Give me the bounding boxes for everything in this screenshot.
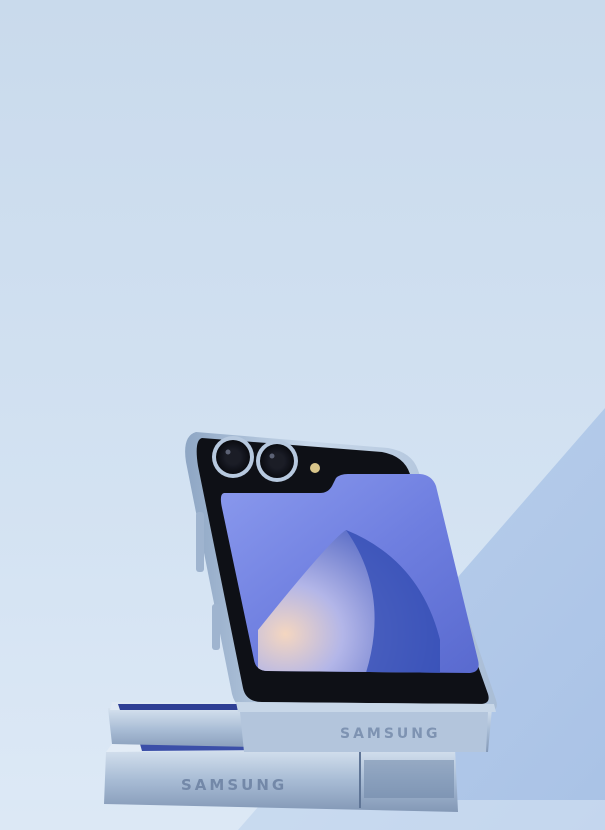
product-scene: SAMSUNG SAMSUNG (0, 0, 605, 830)
brand-logo-top: SAMSUNG (340, 726, 441, 742)
product-hero-image: SAMSUNG SAMSUNG (0, 0, 605, 830)
power-button (212, 604, 220, 650)
volume-button (196, 512, 204, 572)
folded-phone-bottom: SAMSUNG (104, 742, 458, 812)
brand-logo-bottom: SAMSUNG (181, 776, 287, 794)
camera-lens-icon (212, 436, 254, 478)
camera-lens-icon (256, 440, 298, 482)
flash-icon (310, 463, 320, 473)
